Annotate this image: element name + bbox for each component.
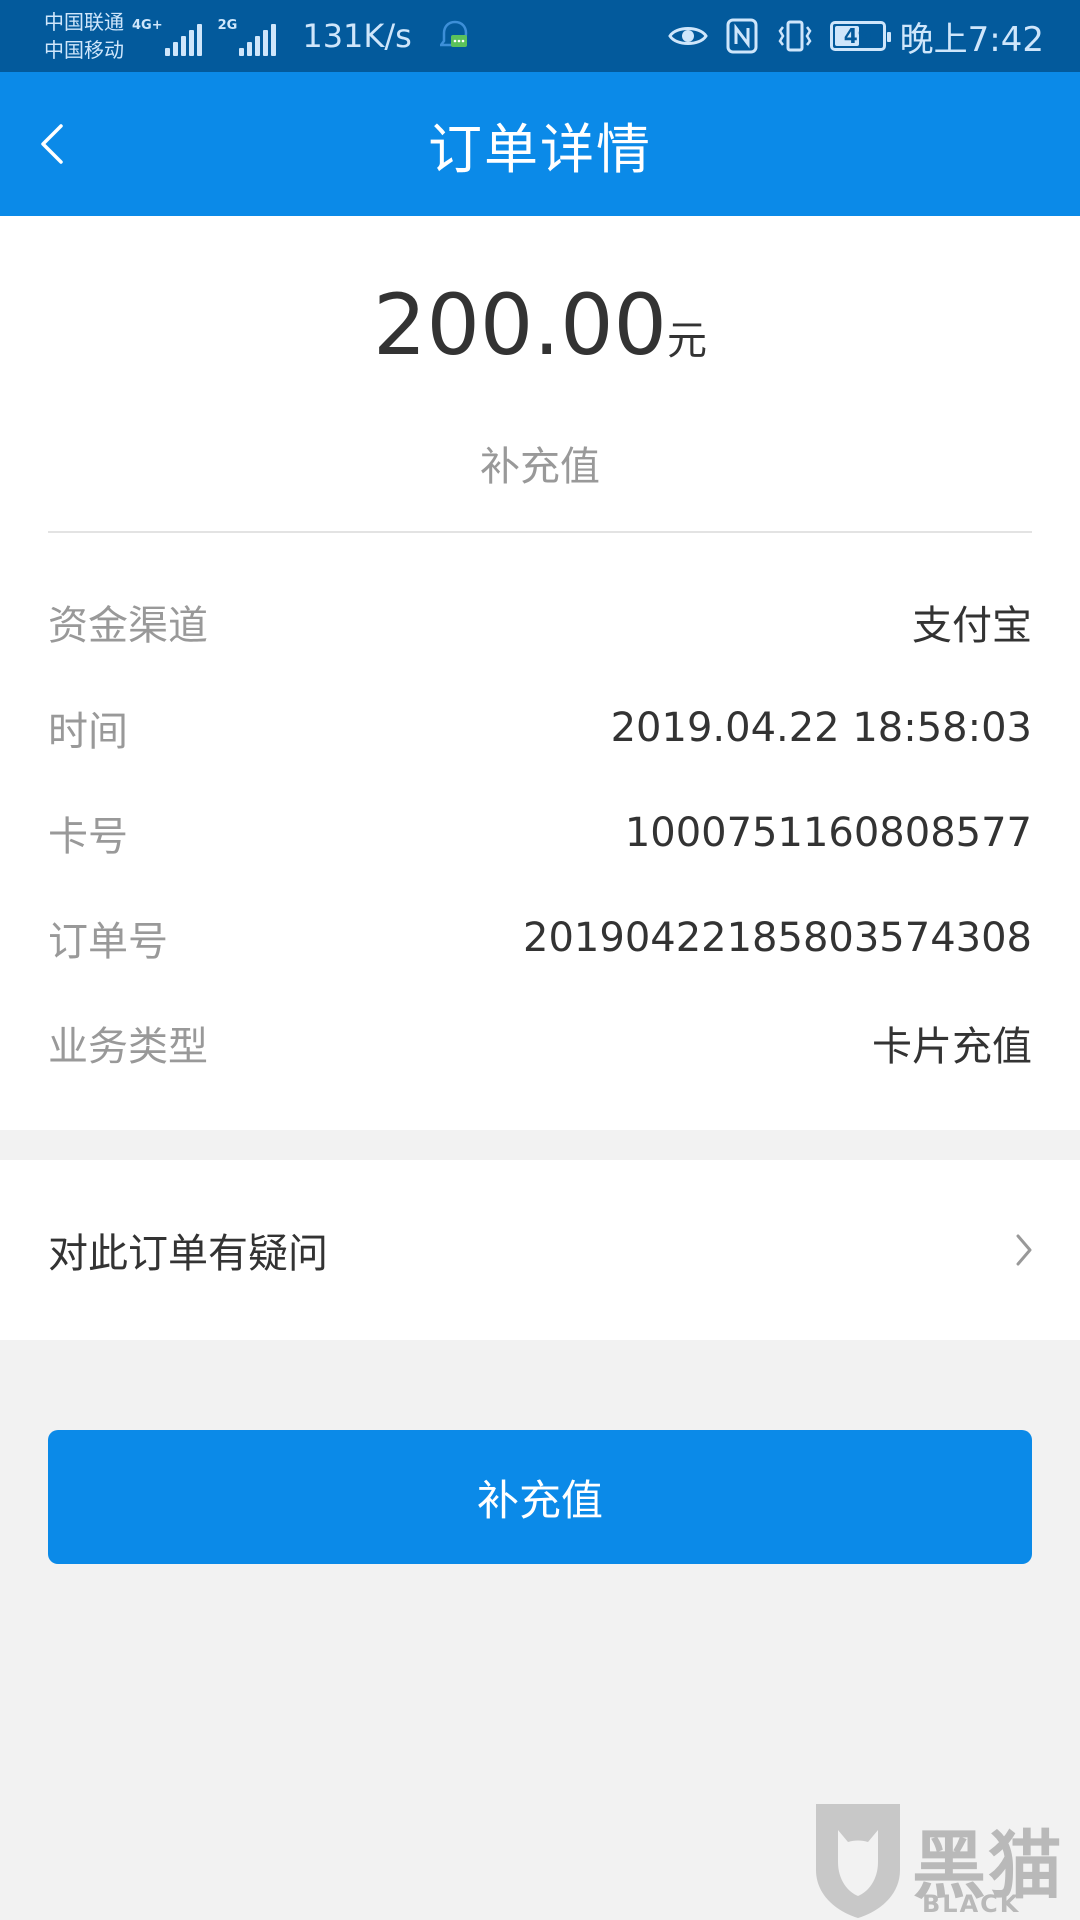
detail-row-business-type: 业务类型 卡片充值 bbox=[48, 1013, 1032, 1073]
detail-value: 20190422185803574308 bbox=[523, 915, 1032, 961]
back-button[interactable] bbox=[22, 112, 82, 176]
black-cat-logo-icon bbox=[816, 1804, 900, 1918]
nfc-icon bbox=[726, 18, 758, 54]
chat-notification-icon bbox=[439, 20, 468, 47]
order-type-subtitle: 补充值 bbox=[480, 444, 600, 490]
detail-value: 卡片充值 bbox=[872, 1024, 1032, 1070]
status-bar: 中国联通 中国移动 4G+ 2G 131K/s 49 晚上7:42 bbox=[0, 0, 1080, 72]
carrier-1: 中国联通 bbox=[44, 10, 124, 34]
detail-label: 资金渠道 bbox=[48, 603, 208, 649]
order-summary-card: 200.00元 补充值 资金渠道 支付宝 时间 2019.04.22 18:58… bbox=[0, 216, 1080, 1130]
net-speed: 131K/s bbox=[302, 17, 412, 55]
order-amount: 200.00 bbox=[373, 276, 667, 374]
amount-row: 200.00元 bbox=[0, 276, 1080, 374]
detail-value: 2019.04.22 18:58:03 bbox=[610, 705, 1032, 751]
detail-value: 1000751160808577 bbox=[624, 810, 1032, 856]
status-bar-left: 中国联通 中国移动 4G+ 2G 131K/s bbox=[44, 8, 470, 64]
amount-unit: 元 bbox=[666, 318, 707, 364]
battery-icon: 49 bbox=[829, 21, 891, 51]
status-clock: 晚上7:42 bbox=[899, 19, 1044, 60]
detail-label: 时间 bbox=[48, 709, 128, 755]
question-label: 对此订单有疑问 bbox=[48, 1231, 328, 1277]
carrier-2: 中国移动 bbox=[44, 38, 124, 62]
eye-comfort-icon bbox=[667, 22, 708, 50]
detail-label: 卡号 bbox=[48, 814, 128, 860]
chevron-right-icon bbox=[1016, 1234, 1032, 1266]
watermark-text-en: BLACK CAT bbox=[922, 1890, 1021, 1920]
signal-1: 4G+ bbox=[132, 16, 202, 56]
app-header: 订单详情 bbox=[0, 72, 1080, 216]
chevron-left-icon bbox=[41, 124, 63, 164]
black-cat-watermark: 黑猫 BLACK CAT bbox=[808, 1800, 1080, 1920]
detail-row-time: 时间 2019.04.22 18:58:03 bbox=[48, 698, 1032, 758]
status-bar-right: 49 晚上7:42 bbox=[650, 12, 1044, 61]
signal-bars-icon bbox=[164, 24, 202, 56]
network-type-1: 4G+ bbox=[132, 18, 163, 33]
detail-row-order-number: 订单号 20190422185803574308 bbox=[48, 908, 1032, 968]
order-question-row[interactable]: 对此订单有疑问 bbox=[0, 1160, 1080, 1340]
network-type-2: 2G bbox=[217, 18, 238, 33]
signal-2: 2G bbox=[218, 16, 277, 56]
order-detail-screen: 中国联通 中国移动 4G+ 2G 131K/s 49 晚上7:42 订单详情 2… bbox=[0, 0, 1080, 1920]
vibrate-icon bbox=[776, 19, 814, 53]
battery-level: 49 bbox=[843, 24, 872, 48]
page-title: 订单详情 bbox=[428, 117, 652, 181]
divider bbox=[48, 531, 1032, 533]
detail-value: 支付宝 bbox=[912, 603, 1032, 649]
detail-row-channel: 资金渠道 支付宝 bbox=[48, 592, 1032, 652]
detail-row-card-number: 卡号 1000751160808577 bbox=[48, 803, 1032, 863]
carrier-names: 中国联通 中国移动 bbox=[44, 8, 124, 64]
signal-bars-icon bbox=[239, 24, 277, 56]
detail-label: 业务类型 bbox=[48, 1024, 208, 1070]
detail-label: 订单号 bbox=[48, 919, 168, 965]
recharge-button[interactable]: 补充值 bbox=[48, 1430, 1032, 1564]
